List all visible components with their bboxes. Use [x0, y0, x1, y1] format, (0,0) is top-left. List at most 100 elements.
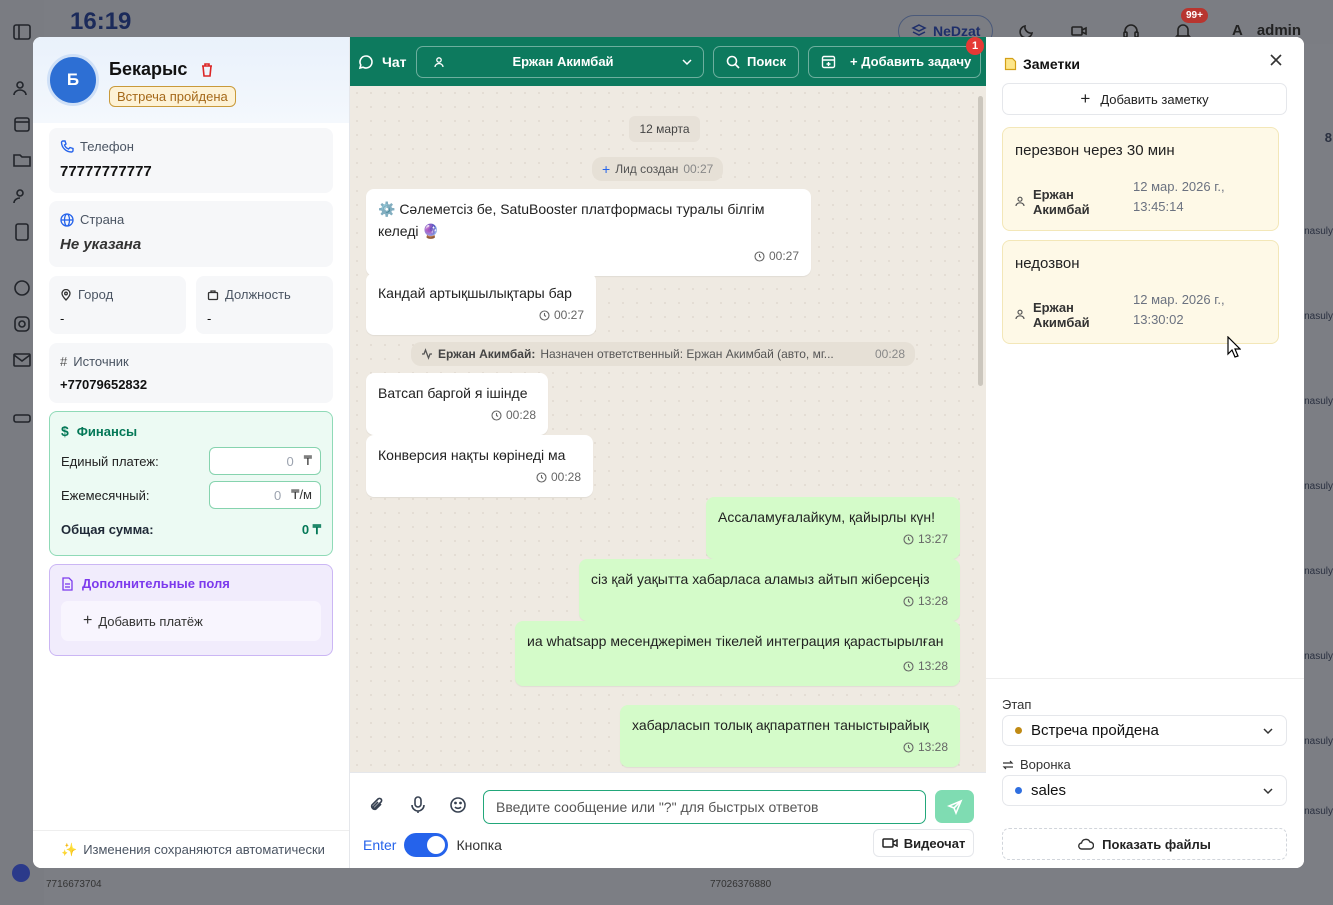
- assignee-name: Ержан Акимбай: [512, 54, 614, 69]
- add-note-button[interactable]: + Добавить заметку: [1002, 83, 1287, 115]
- mail-icon[interactable]: [12, 350, 34, 372]
- mouse-cursor-icon: [1227, 336, 1241, 358]
- video-chat-label: Видеочат: [903, 835, 966, 851]
- send-mode-toggle[interactable]: [404, 833, 449, 857]
- stage-color-dot: [1015, 727, 1022, 734]
- whatsapp-icon[interactable]: [12, 278, 34, 300]
- system-event-time: 00:27: [683, 162, 714, 176]
- calendar-icon[interactable]: [12, 114, 34, 136]
- search-button[interactable]: Поиск: [713, 45, 799, 78]
- note-text: перезвон через 30 мин: [1015, 142, 1175, 159]
- add-task-button[interactable]: + Добавить задачу 1: [808, 37, 984, 78]
- dollar-icon: $: [61, 423, 69, 439]
- date-separator: 12 марта: [629, 116, 700, 142]
- country-value[interactable]: Не указана: [60, 236, 322, 253]
- message-text: Ассаламуғалайкум, қайырлы күн!: [718, 509, 936, 525]
- system-event-author: Ержан Акимбай:: [438, 347, 536, 361]
- calculator-icon[interactable]: [12, 222, 34, 244]
- funnel-label-row: Воронка: [1002, 757, 1071, 772]
- send-button[interactable]: [935, 790, 974, 823]
- note-card[interactable]: недозвон Ержан Акимбай 12 мар. 2026 г., 1…: [1002, 240, 1279, 344]
- chevron-down-icon: [681, 56, 693, 68]
- chevron-down-icon: [1262, 785, 1274, 797]
- note-time: 13:45:14: [1133, 199, 1184, 214]
- funnel-color-dot: [1015, 787, 1022, 794]
- add-payment-label: Добавить платёж: [98, 613, 203, 629]
- button-label: Кнопка: [456, 837, 502, 853]
- monthly-payment-input[interactable]: 0 ₸/м: [209, 481, 321, 509]
- microphone-icon[interactable]: [408, 795, 430, 817]
- user-icon: [1015, 309, 1025, 320]
- phone-card[interactable]: Телефон 77777777777: [49, 128, 333, 193]
- incoming-message: Ватсап баргой я ішінде 00:28: [366, 373, 548, 435]
- add-payment-button[interactable]: + Добавить платёж: [61, 601, 321, 641]
- emoji-icon[interactable]: [448, 795, 470, 817]
- trash-icon[interactable]: [199, 62, 215, 78]
- outgoing-message: хабарласып толық ақпаратпен таныстырайық…: [620, 705, 960, 767]
- message-text: Кандай артықшылықтары бар: [378, 285, 572, 301]
- monthly-payment-label: Ежемесячный:: [61, 487, 150, 503]
- show-files-label: Показать файлы: [1102, 836, 1211, 852]
- lead-name[interactable]: Бекарыс: [109, 59, 187, 80]
- note-card[interactable]: перезвон через 30 мин Ержан Акимбай 12 м…: [1002, 127, 1279, 231]
- notes-panel: Заметки + Добавить заметку перезвон через…: [986, 37, 1304, 868]
- monthly-payment-value: 0: [273, 487, 282, 503]
- storage-icon[interactable]: [12, 406, 34, 428]
- video-chat-button[interactable]: Видеочат: [873, 829, 974, 857]
- help-orb-icon[interactable]: [12, 864, 30, 882]
- map-pin-icon: [60, 288, 72, 301]
- note-author: Ержан Акимбай: [1033, 186, 1090, 217]
- chat-scrollbar[interactable]: [978, 96, 983, 386]
- note-time: 13:30:02: [1133, 312, 1184, 327]
- position-card[interactable]: Должность -: [196, 276, 333, 334]
- country-card[interactable]: Страна Не указана: [49, 201, 333, 267]
- instagram-icon[interactable]: [12, 314, 34, 336]
- message-text: иа whatsapp месенджерімен тікелей интегр…: [527, 633, 944, 649]
- sidebar-toggle-icon[interactable]: [12, 22, 34, 44]
- message-input[interactable]: Введите сообщение или "?" для быстрых от…: [483, 790, 926, 824]
- activity-icon: [421, 348, 433, 360]
- lead-header: Б Бекарыс Встреча пройдена: [33, 37, 349, 123]
- source-card[interactable]: # Источник +77079652832: [49, 343, 333, 403]
- users-icon[interactable]: [12, 78, 34, 100]
- extra-fields-title: Дополнительные поля: [82, 576, 230, 591]
- user-settings-icon[interactable]: [12, 186, 34, 208]
- notification-badge: 99+: [1181, 8, 1208, 23]
- currency-label: ₸: [303, 453, 312, 468]
- stage-value: Встреча пройдена: [1031, 722, 1159, 739]
- plus-icon: +: [602, 161, 611, 177]
- bg-row-mark: nasuly: [1304, 566, 1333, 577]
- stage-select[interactable]: Встреча пройдена: [1002, 715, 1287, 746]
- message-time: 13:28: [917, 740, 948, 754]
- assignee-select[interactable]: Ержан Акимбай: [416, 45, 704, 78]
- send-icon: [946, 799, 963, 815]
- calendar-plus-icon: [821, 54, 836, 69]
- show-files-button[interactable]: Показать файлы: [1002, 828, 1287, 860]
- city-card[interactable]: Город -: [49, 276, 186, 334]
- funnel-label: Воронка: [1020, 757, 1071, 772]
- close-icon[interactable]: [1269, 53, 1285, 69]
- chat-bubble-icon: [358, 54, 374, 70]
- position-value[interactable]: -: [207, 311, 322, 326]
- task-count-badge: 1: [966, 37, 984, 55]
- country-label: Страна: [80, 212, 125, 227]
- clock-icon: [754, 250, 765, 262]
- bg-row-mark: nasuly: [1304, 806, 1333, 817]
- globe-icon: [60, 212, 74, 227]
- chat-messages[interactable]: 12 марта + Лид создан 00:27 ⚙️ Сәлеметсі…: [350, 86, 986, 772]
- city-value[interactable]: -: [60, 311, 175, 326]
- funnel-select[interactable]: sales: [1002, 775, 1287, 806]
- bg-row-mark: nasuly: [1304, 651, 1333, 662]
- phone-value[interactable]: 77777777777: [60, 163, 322, 180]
- source-value[interactable]: +77079652832: [60, 377, 322, 392]
- lead-avatar: Б: [47, 54, 99, 106]
- bg-row-mark: nasuly: [1304, 481, 1333, 492]
- folder-icon[interactable]: [12, 150, 34, 172]
- message-text: Ватсап баргой я ішінде: [378, 385, 528, 401]
- message-time: 13:27: [917, 532, 948, 546]
- clock-icon: [536, 471, 547, 483]
- clock-icon: [903, 741, 914, 753]
- paperclip-icon[interactable]: [367, 795, 389, 817]
- single-payment-input[interactable]: 0 ₸: [209, 447, 321, 475]
- document-icon: [61, 576, 74, 591]
